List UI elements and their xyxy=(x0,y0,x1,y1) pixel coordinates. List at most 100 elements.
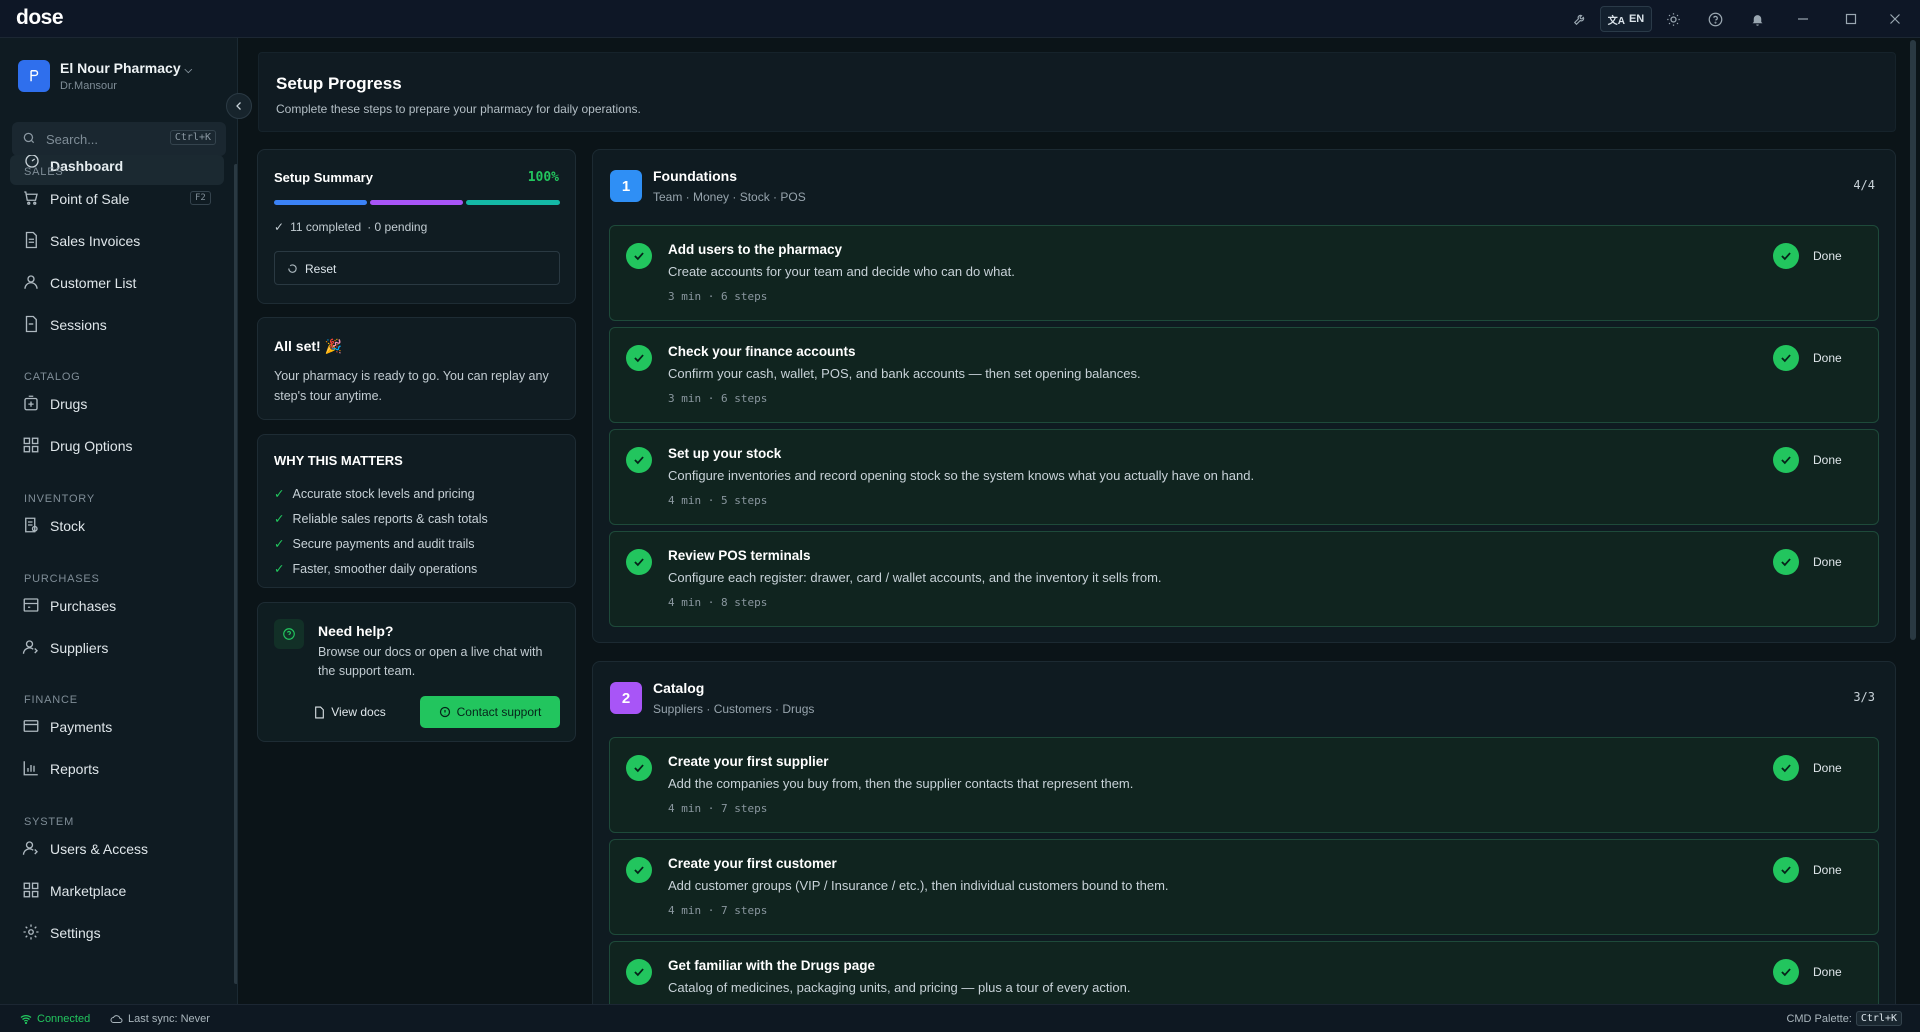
sidebar-item-drug-options[interactable]: Drug Options xyxy=(10,428,224,464)
bell-icon[interactable] xyxy=(1747,9,1767,29)
check-circle-icon xyxy=(626,857,652,883)
setup-group-catalog: 2 Catalog Suppliers · Customers · Drugs 3/3… xyxy=(592,661,1896,1032)
sidebar-item-suppliers[interactable]: Suppliers xyxy=(10,630,224,666)
summary-percent: 100% xyxy=(527,170,559,185)
why-list-item: ✓ Reliable sales reports & cash totals xyxy=(274,511,488,527)
task-meta: 4 min · 7 steps xyxy=(668,904,768,917)
sidebar-section-label: SYSTEM xyxy=(24,816,75,828)
done-check-icon xyxy=(1773,857,1799,883)
why-this-matters-card: WHY THIS MATTERS ✓ Accurate stock levels … xyxy=(257,434,576,588)
app-logo: dose xyxy=(16,6,64,29)
all-set-card: All set! 🎉 Your pharmacy is ready to go.… xyxy=(257,317,576,420)
title-bar: dose 文A EN xyxy=(0,0,1920,38)
setup-summary-card: Setup Summary 100% ✓ 11 completed · 0 pe… xyxy=(257,149,576,304)
why-list: ✓ Accurate stock levels and pricing ✓ Relia… xyxy=(274,481,488,581)
setup-group-foundations: 1 Foundations Team · Money · Stock · POS 4/… xyxy=(592,149,1896,643)
task-status: Done xyxy=(1813,863,1842,877)
sidebar-section-label: FINANCE xyxy=(24,694,78,706)
sidebar-item-sessions[interactable]: Sessions xyxy=(10,307,224,343)
sync-status: Last sync: Never xyxy=(110,1013,210,1025)
task-title: Review POS terminals xyxy=(668,548,811,563)
progress-bar-segment xyxy=(466,200,560,205)
page-header xyxy=(258,52,1896,132)
status-bar: Connected Last sync: Never CMD Palette: … xyxy=(0,1004,1920,1032)
sidebar-item-label: Suppliers xyxy=(50,640,109,656)
view-docs-button[interactable]: View docs xyxy=(298,696,402,728)
help-circle-icon[interactable] xyxy=(1705,9,1725,29)
task-status: Done xyxy=(1813,453,1842,467)
group-title: Foundations xyxy=(653,168,737,184)
sidebar-item-payments[interactable]: Payments xyxy=(10,709,224,745)
sidebar-section-label: INVENTORY xyxy=(24,493,95,505)
minimize-icon[interactable] xyxy=(1793,9,1813,29)
progress-bar-segment xyxy=(274,200,367,205)
check-icon: ✓ xyxy=(274,220,285,234)
help-title: Need help? xyxy=(318,623,394,639)
shortcut-key: F2 xyxy=(190,191,211,205)
summary-title: Setup Summary xyxy=(274,170,373,185)
sidebar-scrollbar[interactable] xyxy=(234,164,237,984)
task-description: Confirm your cash, wallet, POS, and bank… xyxy=(668,366,1141,381)
command-palette-hint[interactable]: CMD Palette: Ctrl+K xyxy=(1786,1011,1902,1026)
sales-invoices-icon xyxy=(22,231,42,251)
sidebar-item-customer-list[interactable]: Customer List xyxy=(10,265,224,301)
settings-icon xyxy=(22,923,42,943)
connection-status: Connected xyxy=(20,1013,90,1025)
group-count: 4/4 xyxy=(1853,178,1875,192)
sidebar-item-label: Stock xyxy=(50,518,86,534)
done-check-icon xyxy=(1773,243,1799,269)
done-check-icon xyxy=(1773,959,1799,985)
task-card[interactable]: Set up your stock Configure inventories a… xyxy=(609,429,1879,525)
org-switcher[interactable]: El Nour Pharmacy ⌵ Dr.Mansour xyxy=(18,58,218,98)
done-check-icon xyxy=(1773,447,1799,473)
task-card[interactable]: Check your finance accounts Confirm your … xyxy=(609,327,1879,423)
main-scrollbar[interactable] xyxy=(1910,40,1916,640)
sidebar-item-label: Settings xyxy=(50,925,101,941)
sidebar-item-sales-invoices[interactable]: Sales Invoices xyxy=(10,223,224,259)
sidebar-item-settings[interactable]: Settings xyxy=(10,915,224,951)
sidebar-item-point-of-sale[interactable]: Point of Sale F2 xyxy=(10,181,224,217)
sidebar-item-users-access[interactable]: Users & Access xyxy=(10,831,224,867)
sidebar-item-stock[interactable]: Stock xyxy=(10,508,224,544)
task-card[interactable]: Add users to the pharmacy Create accounts… xyxy=(609,225,1879,321)
group-subtitle: Suppliers · Customers · Drugs xyxy=(653,702,815,716)
sidebar-item-purchases[interactable]: Purchases xyxy=(10,588,224,624)
payments-icon xyxy=(22,717,42,737)
task-status: Done xyxy=(1813,761,1842,775)
point-of-sale-icon xyxy=(22,189,42,209)
need-help-card: Need help? Browse our docs or open a liv… xyxy=(257,602,576,742)
task-card[interactable]: Create your first customer Add customer g… xyxy=(609,839,1879,935)
progress-bar-segment xyxy=(370,200,463,205)
language-button[interactable]: 文A EN xyxy=(1600,6,1652,32)
check-circle-icon xyxy=(626,447,652,473)
search-box[interactable]: Search... Ctrl+K xyxy=(12,122,226,156)
reset-button[interactable]: Reset xyxy=(274,251,560,285)
stock-icon xyxy=(22,516,42,536)
sidebar-item-marketplace[interactable]: Marketplace xyxy=(10,873,224,909)
org-user: Dr.Mansour xyxy=(60,80,117,92)
maximize-icon[interactable] xyxy=(1841,9,1861,29)
search-input[interactable]: Search... xyxy=(46,132,98,147)
sidebar-item-drugs[interactable]: Drugs xyxy=(10,386,224,422)
task-card[interactable]: Review POS terminals Configure each regis… xyxy=(609,531,1879,627)
wrench-icon[interactable] xyxy=(1570,9,1590,29)
reports-icon xyxy=(22,759,42,779)
sidebar-section-label: PURCHASES xyxy=(24,573,100,585)
sidebar-item-label: Reports xyxy=(50,761,100,777)
pending-count: · 0 pending xyxy=(367,220,428,234)
check-circle-icon xyxy=(626,959,652,985)
sun-icon[interactable] xyxy=(1663,9,1683,29)
org-name: El Nour Pharmacy ⌵ xyxy=(60,60,193,76)
sidebar-item-reports[interactable]: Reports xyxy=(10,751,224,787)
command-palette-shortcut: Ctrl+K xyxy=(1855,1011,1902,1026)
contact-support-button[interactable]: Contact support xyxy=(420,696,560,728)
sidebar-item-label: Customer List xyxy=(50,275,137,291)
close-icon[interactable] xyxy=(1885,9,1905,29)
document-icon xyxy=(314,706,325,719)
collapse-sidebar-button[interactable] xyxy=(226,93,252,119)
search-shortcut: Ctrl+K xyxy=(169,130,216,145)
chevron-down-icon: ⌵ xyxy=(184,65,193,76)
task-status: Done xyxy=(1813,965,1842,979)
reset-icon xyxy=(287,263,298,274)
task-card[interactable]: Create your first supplier Add the compan… xyxy=(609,737,1879,833)
